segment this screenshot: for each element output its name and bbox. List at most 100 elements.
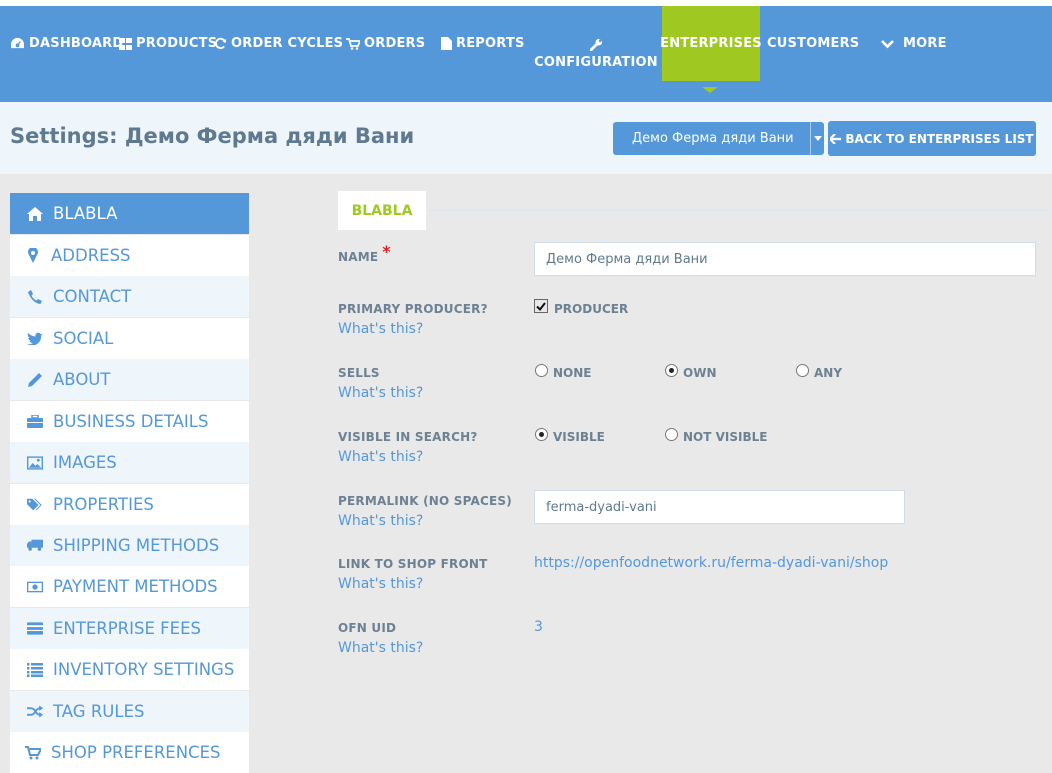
pencil-icon — [27, 372, 43, 388]
nav-dashboard[interactable]: DASHBOARD — [10, 6, 123, 81]
radio-none[interactable] — [535, 363, 548, 377]
nav-reports[interactable]: REPORTS — [441, 6, 525, 81]
sidebar-item-contact[interactable]: CONTACT — [10, 276, 249, 317]
nav-configuration-label: CONFIGURATION — [534, 55, 658, 70]
sidebar-item-shop-preferences[interactable]: SHOP PREFERENCES — [10, 732, 249, 773]
shuffle-icon — [27, 704, 43, 720]
nav-more-label: MORE — [903, 36, 947, 51]
sells-option-label: NONE — [553, 366, 592, 380]
sidebar-item-tag-rules[interactable]: TAG RULES — [10, 691, 249, 732]
radio-visible[interactable] — [535, 427, 548, 441]
nav-customers[interactable]: CUSTOMERS — [767, 6, 859, 81]
caret-down-icon — [810, 122, 824, 155]
sidebar-item-payment-methods[interactable]: PAYMENT METHODS — [10, 566, 249, 607]
whats-this-link[interactable]: What's this? — [338, 640, 423, 656]
producer-checkbox-option[interactable]: PRODUCER — [534, 299, 629, 316]
ofn-uid-label: OFN UID — [338, 621, 397, 635]
sells-option-label: ANY — [814, 366, 843, 380]
sidebar-item-social[interactable]: SOCIAL — [10, 318, 249, 359]
name-label-text: NAME — [338, 250, 379, 264]
shopfront-link[interactable]: https://openfoodnetwork.ru/ferma-dyadi-v… — [534, 555, 888, 571]
back-button-label: BACK TO ENTERPRISES LIST — [845, 131, 1034, 146]
radio-not-visible[interactable] — [665, 427, 678, 441]
twitter-icon — [27, 331, 43, 347]
permalink-field[interactable]: ferma-dyadi-vani — [534, 490, 905, 524]
visible-option-visible[interactable]: VISIBLE — [535, 427, 605, 444]
sidebar-item-label: PAYMENT METHODS — [53, 577, 218, 596]
permalink-label: PERMALINK (NO SPACES) — [338, 494, 512, 508]
sidebar-item-inventory-settings[interactable]: INVENTORY SETTINGS — [10, 649, 249, 690]
whats-this-link[interactable]: What's this? — [338, 449, 423, 465]
back-to-enterprises-button[interactable]: BACK TO ENTERPRISES LIST — [828, 121, 1036, 156]
dashboard-icon — [11, 37, 24, 49]
arrow-left-icon — [830, 133, 842, 144]
nav-products[interactable]: PRODUCTS — [119, 6, 217, 81]
nav-orders-label: ORDERS — [364, 36, 426, 51]
sidebar-item-blabla[interactable]: BLABLA — [10, 193, 249, 234]
sidebar-item-label: IMAGES — [53, 453, 117, 472]
nav-more[interactable]: MORE — [881, 6, 947, 81]
checkmark-icon — [536, 301, 546, 311]
nav-products-label: PRODUCTS — [136, 36, 218, 51]
sidebar-item-label: ADDRESS — [51, 246, 131, 265]
sidebar-item-about[interactable]: ABOUT — [10, 359, 249, 400]
nav-enterprises-label: ENTERPRISES — [660, 36, 762, 51]
products-grid-icon — [119, 37, 132, 50]
visible-option-not-visible[interactable]: NOT VISIBLE — [665, 427, 768, 444]
truck-icon — [27, 538, 43, 554]
tags-icon — [27, 497, 43, 513]
enterprise-select[interactable]: Демо Ферма дяди Вани — [613, 122, 824, 155]
phone-icon — [27, 289, 43, 305]
sells-option-any[interactable]: ANY — [796, 363, 843, 380]
home-icon — [27, 206, 43, 222]
nav-configuration[interactable]: CONFIGURATION — [534, 20, 658, 88]
sidebar-item-label: TAG RULES — [53, 702, 145, 721]
sells-option-none[interactable]: NONE — [535, 363, 592, 380]
sidebar-item-label: SHIPPING METHODS — [53, 536, 220, 555]
sells-option-own[interactable]: OWN — [665, 363, 716, 380]
sidebar-item-label: ENTERPRISE FEES — [53, 619, 201, 638]
sidebar-item-business-details[interactable]: BUSINESS DETAILS — [10, 401, 249, 442]
sidebar-item-address[interactable]: ADDRESS — [10, 235, 249, 276]
sidebar-item-enterprise-fees[interactable]: ENTERPRISE FEES — [10, 608, 249, 649]
settings-sidebar: BLABLA ADDRESS CONTACT SOCIAL ABOUT BUSI… — [10, 193, 249, 773]
producer-option-label: PRODUCER — [554, 302, 629, 316]
picture-icon — [27, 455, 43, 471]
sidebar-item-shipping-methods[interactable]: SHIPPING METHODS — [10, 525, 249, 566]
credit-card-icon — [27, 621, 43, 637]
nav-enterprises[interactable]: ENTERPRISES — [660, 6, 762, 81]
chevron-down-icon — [881, 39, 894, 48]
visible-in-search-label: VISIBLE IN SEARCH? — [338, 430, 478, 444]
sidebar-item-label: ABOUT — [53, 370, 111, 389]
sidebar-item-label: BUSINESS DETAILS — [53, 412, 209, 431]
whats-this-link[interactable]: What's this? — [338, 513, 423, 529]
sells-label: SELLS — [338, 366, 380, 380]
producer-checkbox[interactable] — [534, 299, 548, 313]
ofn-uid-value: 3 — [534, 619, 543, 635]
sidebar-item-properties[interactable]: PROPERTIES — [10, 484, 249, 525]
page-title: Settings: Демо Ферма дяди Вани — [10, 124, 415, 148]
whats-this-link[interactable]: What's this? — [338, 385, 423, 401]
whats-this-link[interactable]: What's this? — [338, 321, 423, 337]
nav-dashboard-label: DASHBOARD — [29, 36, 124, 51]
sidebar-item-label: PROPERTIES — [53, 495, 154, 514]
whats-this-link[interactable]: What's this? — [338, 576, 423, 592]
visible-option-label: VISIBLE — [553, 430, 605, 444]
tab-underline — [426, 210, 1048, 211]
radio-any[interactable] — [796, 363, 809, 377]
visible-option-label: NOT VISIBLE — [683, 430, 768, 444]
wrench-icon — [589, 38, 602, 51]
sidebar-item-label: SOCIAL — [53, 329, 114, 348]
required-asterisk: * — [382, 242, 391, 261]
briefcase-icon — [27, 414, 43, 430]
name-field[interactable]: Демо Ферма дяди Вани — [534, 242, 1036, 276]
tab-blabla[interactable]: BLABLA — [338, 191, 426, 230]
nav-customers-label: CUSTOMERS — [767, 36, 860, 51]
primary-producer-label: PRIMARY PRODUCER? — [338, 302, 488, 316]
nav-order-cycles[interactable]: ORDER CYCLES — [214, 6, 343, 81]
main-navbar: DASHBOARD PRODUCTS ORDER CYCLES ORDERS R… — [0, 6, 1052, 102]
radio-own[interactable] — [665, 363, 678, 377]
nav-orders[interactable]: ORDERS — [346, 6, 425, 81]
sidebar-item-images[interactable]: IMAGES — [10, 442, 249, 483]
file-icon — [441, 37, 452, 50]
